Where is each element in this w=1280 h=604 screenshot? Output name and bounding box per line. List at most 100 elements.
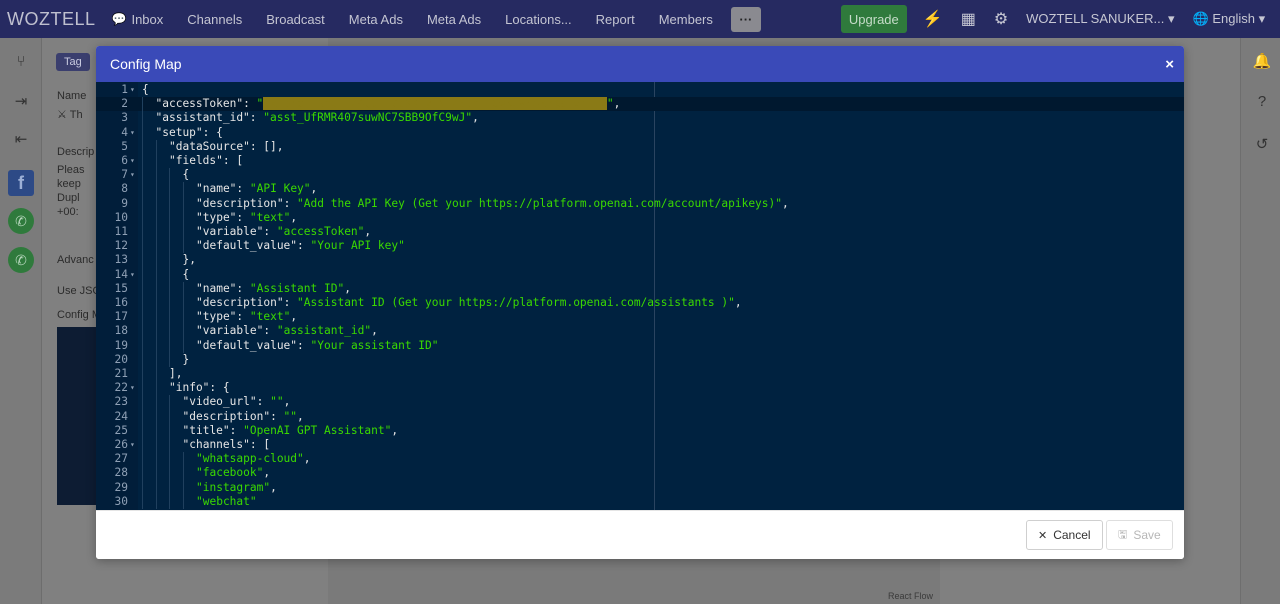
code-line[interactable]: 11 "variable": "accessToken", [96,225,1184,240]
fold-toggle-icon[interactable]: ▾ [130,83,135,97]
line-number: 28 [114,466,128,480]
nav-item-report[interactable]: Report [596,12,635,27]
code-line[interactable]: 22 ▾ "info": { [96,381,1184,396]
fold-toggle-icon[interactable]: ▾ [130,168,135,182]
code-line[interactable]: 9 "description": "Add the API Key (Get yo… [96,196,1184,211]
code-line[interactable]: 29 "instagram", [96,480,1184,495]
language-menu[interactable]: 🌐 English ▾ [1193,11,1266,27]
code-text: "type": "text", [196,310,297,324]
json-code-editor[interactable]: 1 ▾{2 "accessToken": "sk-proj-RmcFIZ4QQE-7… [96,82,1184,510]
fold-toggle-icon[interactable]: ▾ [130,438,135,452]
code-line[interactable]: 3 "assistant_id": "asst_UfRMR407suwNC7SBB… [96,111,1184,126]
code-token: : [243,97,257,111]
indent-guide [169,480,170,495]
brand-logo[interactable]: WOZTELL [7,9,96,30]
plug-icon[interactable]: ⚡ [923,9,943,29]
fold-toggle-icon[interactable]: ▾ [130,126,135,140]
indent-guide [142,395,143,410]
code-line[interactable]: 12 "default_value": "Your API key" [96,239,1184,254]
whatsapp-icon[interactable]: ✆ [8,247,34,273]
indent-guide [142,367,143,382]
indent-guide [142,452,143,467]
save-button[interactable]: 🖫 Save [1106,520,1173,550]
flow-icon[interactable]: ⑂ [8,48,34,74]
code-line[interactable]: 10 "type": "text", [96,210,1184,225]
code-line[interactable]: 25 "title": "OpenAI GPT Assistant", [96,423,1184,438]
indent-guide [155,182,157,197]
code-token: "type" [196,210,237,224]
code-line[interactable]: 19 "default_value": "Your assistant ID" [96,338,1184,353]
indent-guide [169,296,170,311]
nav-item-meta-ads-2[interactable]: Meta Ads [427,12,481,27]
facebook-icon[interactable]: f [8,170,34,196]
config-map-preview[interactable] [57,327,97,505]
code-line[interactable]: 6 ▾ "fields": [ [96,154,1184,169]
help-icon[interactable]: ? [1249,88,1275,114]
code-line[interactable]: 21], [96,367,1184,382]
code-line[interactable]: 2 "accessToken": "sk-proj-RmcFIZ4QQE-7cXK… [96,97,1184,112]
history-icon[interactable]: ↺ [1249,131,1275,157]
nav-item-broadcast[interactable]: Broadcast [266,12,325,27]
redacted-token: sk-proj-RmcFIZ4QQE-7cXKLyHNTZ0lhLE6wkUW4… [263,97,607,111]
export-icon[interactable]: ⇤ [8,126,34,152]
code-line[interactable]: 24 "description": "", [96,409,1184,424]
react-flow-attribution[interactable]: React Flow [888,591,933,601]
whatsapp-icon[interactable]: ✆ [8,208,34,234]
code-token: , [270,480,277,494]
indent-guide [142,423,143,438]
more-menu-button[interactable]: ··· [730,6,761,32]
code-line[interactable]: 7 ▾ { [96,168,1184,183]
nav-item-channels[interactable]: Channels [187,12,242,27]
code-line[interactable]: 20} [96,352,1184,367]
code-line[interactable]: 28 "facebook", [96,466,1184,481]
code-line[interactable]: 17 "type": "text", [96,310,1184,325]
cancel-button[interactable]: ✕ Cancel [1026,520,1103,550]
code-token: , [283,395,291,409]
code-line[interactable]: 16 "description": "Assistant ID (Get your… [96,296,1184,311]
code-token: "title" [182,423,230,437]
code-token: , [303,452,311,466]
name-value: ⚔ Th [57,109,83,121]
code-token: { [182,267,190,281]
code-line[interactable]: 5 "dataSource": [], [96,139,1184,154]
fold-toggle-icon[interactable]: ▾ [130,381,135,395]
import-icon[interactable]: ⇥ [8,88,34,114]
fold-toggle-icon[interactable]: ▾ [130,154,135,168]
close-icon[interactable]: × [1165,56,1174,73]
code-token: , [364,225,372,238]
gear-icon[interactable]: ⚙ [994,9,1008,29]
nav-item-members[interactable]: Members [659,12,713,27]
bell-icon[interactable]: 🔔 [1249,48,1275,74]
code-token: "text" [249,210,291,224]
code-text: "variable": "accessToken", [196,225,371,239]
account-menu[interactable]: WOZTELL SANUKER... ▾ [1026,11,1174,27]
indent-guide [142,210,143,225]
nav-item-meta-ads-1[interactable]: Meta Ads [349,12,403,27]
indent-guide [155,395,157,410]
code-text: "fields": [ [169,154,243,168]
code-line[interactable]: 15 "name": "Assistant ID", [96,281,1184,296]
indent-guide [155,168,157,183]
code-line[interactable]: 26 ▾ "channels": [ [96,438,1184,453]
indent-guide [169,338,170,353]
code-line[interactable]: 1 ▾ { [96,83,1184,97]
code-line[interactable]: 23 "video_url": "", [96,395,1184,410]
code-line[interactable]: 13}, [96,253,1184,268]
code-line[interactable]: 30 "webchat" [96,494,1184,509]
store-icon[interactable]: ▦ [961,9,976,29]
code-line[interactable]: 27 "whatsapp-cloud", [96,452,1184,467]
code-text: "facebook", [196,466,270,480]
code-line[interactable]: 8 "name": "API Key", [96,182,1184,197]
code-line[interactable]: 14 ▾ { [96,267,1184,282]
nav-item-locations[interactable]: Locations... [505,12,572,27]
code-line[interactable]: 18 "variable": "assistant_id", [96,324,1184,339]
code-text: "accessToken": "sk-proj-RmcFIZ4QQE-7cXKL… [156,97,620,111]
code-text: "webchat" [196,495,257,509]
fold-toggle-icon[interactable]: ▾ [130,268,135,282]
indent-guide [142,438,143,453]
code-token: : [256,395,271,409]
left-rail: ⑂ ⇥ ⇤ f ✆ ✆ [0,38,42,604]
nav-item-inbox[interactable]: 💬 Inbox [112,12,164,27]
code-line[interactable]: 4 ▾ "setup": { [96,125,1184,140]
upgrade-button[interactable]: Upgrade [840,5,907,33]
